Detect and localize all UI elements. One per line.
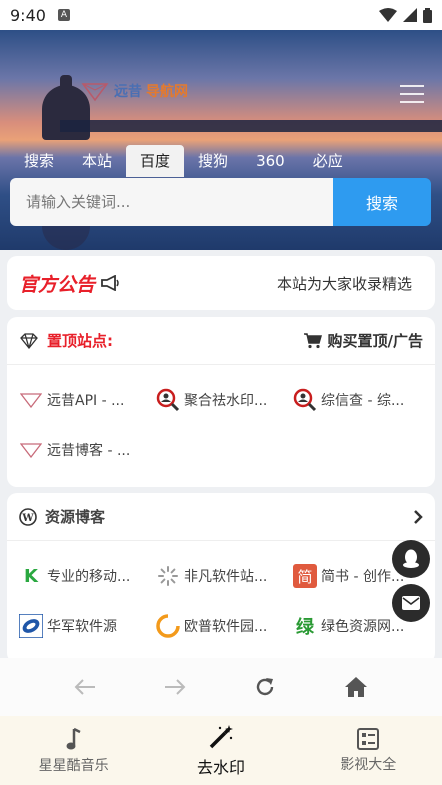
announcement-title: 官方公告 [19,273,96,296]
resource-blog-title: 资源博客 [45,508,106,526]
magic-wand-icon [209,724,233,748]
buy-ad-link[interactable]: 购买置顶/广告 [303,330,423,351]
site-label: 专业的移动... [47,569,131,585]
site-label: 欧普软件园... [184,619,268,635]
tab-search[interactable]: 搜索 [10,145,68,177]
nav-movies[interactable]: 影视大全 [295,716,442,785]
menu-icon[interactable] [400,85,424,103]
browser-toolbar [0,658,442,716]
banner-bridge-shape [60,120,442,132]
tab-baidu[interactable]: 百度 [126,145,185,177]
back-arrow-icon[interactable] [74,678,96,696]
pinned-sites-title: 置顶站点: [47,332,113,350]
pinned-sites-header: 置顶站点: 购买置顶/广告 [7,317,435,365]
nav-watermark-label: 去水印 [196,757,245,777]
site-item[interactable]: K 专业的移动... [19,551,156,601]
pinned-sites-card: 置顶站点: 购买置顶/广告 远昔API - ... 聚合祛水印... 综信查 -… [7,317,435,487]
search-avatar-icon [156,388,180,412]
search-avatar-icon [293,388,317,412]
diamond-icon [20,332,38,349]
qq-penguin-icon [403,549,419,568]
wordpress-icon: W [19,507,37,526]
logo-diamond-icon [81,83,109,102]
site-item[interactable]: 非凡软件站... [156,551,293,601]
site-item[interactable]: 综信查 - 综... [293,375,430,425]
battery-icon [423,7,432,23]
nav-music-label: 星星酷音乐 [38,757,109,774]
refresh-icon[interactable] [254,676,276,698]
logo-text-primary: 远昔 [114,84,142,100]
yuanxi-logo-icon [19,388,43,412]
banner-dome-top [60,75,72,91]
wifi-icon [379,8,397,22]
search-input[interactable] [10,178,333,226]
search-button[interactable]: 搜索 [333,178,431,226]
site-item[interactable]: 远昔博客 - ... [19,425,156,475]
nav-music[interactable]: 星星酷音乐 [0,716,147,785]
k-logo-icon: K [24,565,38,587]
announcement-bar: 官方公告 本站为大家收录精选 [7,256,435,310]
chevron-right-icon[interactable] [413,509,423,525]
oupu-logo-icon [156,614,180,638]
jianshu-logo-icon: 简 [293,564,317,588]
site-item[interactable]: 华军软件源 [19,601,156,651]
status-indicators [379,7,432,23]
tab-360[interactable]: 360 [242,145,299,177]
site-label: 远昔博客 - ... [47,443,131,459]
buy-ad-label: 购买置顶/广告 [327,332,423,350]
site-label: 聚合祛水印... [184,393,268,409]
site-item[interactable]: 欧普软件园... [156,601,293,651]
tab-sogou[interactable]: 搜狗 [184,145,242,177]
status-time: 9:40 [10,5,46,25]
resource-blog-card: W 资源博客 K 专业的移动... 非凡软件站... 简 简书 - 创作... … [7,493,435,663]
tab-site[interactable]: 本站 [68,145,126,177]
huajun-logo-icon [19,614,43,638]
tab-bing[interactable]: 必应 [299,145,357,177]
status-bar: 9:40 A [0,0,442,30]
email-contact-button[interactable] [392,584,430,622]
svg-text:W: W [21,513,34,524]
search-engine-tabs: 搜索 本站 百度 搜狗 360 必应 [10,145,357,177]
list-box-icon [357,727,380,750]
yuanxi-logo-icon [19,438,43,462]
resource-blog-header: W 资源博客 [7,493,435,541]
logo-text-secondary: 导航网 [146,84,188,100]
forward-arrow-icon[interactable] [164,678,186,696]
header-banner: 远昔导航网 搜索 本站 百度 搜狗 360 必应 搜索 [0,30,442,250]
site-item[interactable]: 聚合祛水印... [156,375,293,425]
nav-movies-label: 影视大全 [340,756,397,773]
site-label: 华军软件源 [47,619,117,635]
bottom-nav: 星星酷音乐 去水印 影视大全 [0,716,442,785]
envelope-icon [402,596,420,610]
resource-blog-grid: K 专业的移动... 非凡软件站... 简 简书 - 创作... 华军软件源 欧… [7,541,435,651]
announcement-text[interactable]: 本站为大家收录精选 [277,273,423,294]
site-logo[interactable]: 远昔 导航网 [80,80,188,102]
music-note-icon [66,727,81,749]
site-item[interactable]: 远昔API - ... [19,375,156,425]
pinned-sites-grid: 远昔API - ... 聚合祛水印... 综信查 - 综... 远昔博客 - .… [7,365,435,475]
cart-icon [303,332,322,348]
megaphone-icon [101,275,119,291]
home-icon[interactable] [344,676,368,698]
site-label: 远昔API - ... [47,393,125,409]
notification-a-icon: A [57,9,70,21]
site-label: 综信查 - 综... [321,393,405,409]
search-box: 搜索 [10,178,431,226]
signal-icon [403,8,417,22]
loading-spinner-icon [156,564,180,588]
lvse-logo-icon: 绿 [296,617,314,638]
site-label: 非凡软件站... [184,569,268,585]
qq-contact-button[interactable] [392,540,430,578]
nav-watermark[interactable]: 去水印 [147,716,294,785]
